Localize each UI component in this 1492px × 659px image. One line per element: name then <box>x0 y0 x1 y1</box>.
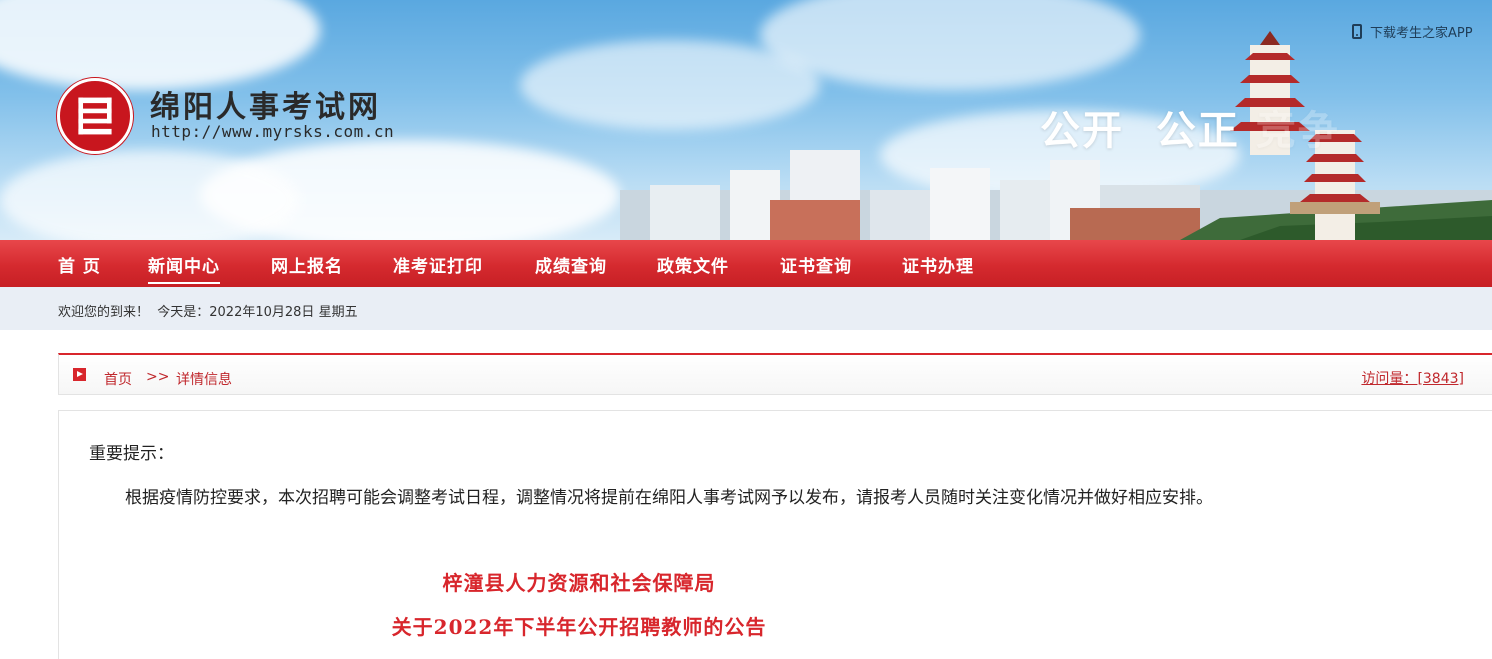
main-nav: 首 页 新闻中心 网上报名 准考证打印 成绩查询 政策文件 证书查询 证书办理 <box>0 240 1492 287</box>
nav-item-home[interactable]: 首 页 <box>58 252 101 277</box>
download-app-link[interactable]: 下载考生之家APP <box>1352 20 1492 42</box>
breadcrumb-home-link[interactable]: 首页 <box>104 369 132 389</box>
article-content: 重要提示： 根据疫情防控要求，本次招聘可能会调整考试日程，调整情况将提前在绵阳人… <box>58 410 1492 659</box>
article-title-line1: 梓潼县人力资源和社会保障局 <box>442 571 716 595</box>
slogan: 公开 公正 竞争 <box>1040 98 1340 156</box>
nav-item-certificate-query[interactable]: 证书查询 <box>780 252 852 277</box>
site-url: http://www.myrsks.com.cn <box>151 122 395 141</box>
download-app-label: 下载考生之家APP <box>1370 25 1473 41</box>
nav-item-score-query[interactable]: 成绩查询 <box>535 252 607 277</box>
notice-body: 根据疫情防控要求，本次招聘可能会调整考试日程，调整情况将提前在绵阳人事考试网予以… <box>125 488 1213 508</box>
visit-counter: 访问量：[3843] <box>1361 368 1464 388</box>
breadcrumb: 首页 >> 详情信息 访问量：[3843] <box>58 353 1492 395</box>
cloud-decoration <box>0 150 300 240</box>
visit-counter-label: 访问量： <box>1361 371 1418 387</box>
welcome-text: 欢迎您的到来！ 今天是：2022年10月28日 星期五 <box>58 305 358 320</box>
nav-item-admission-ticket[interactable]: 准考证打印 <box>393 252 483 277</box>
seal-logo-icon[interactable] <box>57 78 133 154</box>
phone-icon <box>1352 23 1362 39</box>
site-name[interactable]: 绵阳人事考试网 <box>150 82 381 126</box>
nav-item-news[interactable]: 新闻中心 <box>148 252 220 284</box>
visit-counter-value: [3843] <box>1417 371 1464 387</box>
nav-item-certificate-handling[interactable]: 证书办理 <box>902 252 974 277</box>
nav-item-policy[interactable]: 政策文件 <box>657 252 729 277</box>
breadcrumb-separator: >> <box>146 369 170 385</box>
cloud-decoration <box>0 0 320 90</box>
nav-item-registration[interactable]: 网上报名 <box>271 252 343 277</box>
welcome-bar: 欢迎您的到来！ 今天是：2022年10月28日 星期五 <box>0 287 1492 330</box>
slogan-faded: 竞争 <box>1255 108 1340 154</box>
article-title-line2: 关于2022年下半年公开招聘教师的公告 <box>391 615 767 639</box>
breadcrumb-current: 详情信息 <box>176 372 232 388</box>
slogan-main: 公开 公正 <box>1040 108 1240 154</box>
header-banner: 下载考生之家APP 绵阳人事考试网 http://www.myrsks.com.… <box>0 0 1492 240</box>
notice-title: 重要提示： <box>89 444 174 464</box>
arrow-right-icon <box>73 368 86 381</box>
